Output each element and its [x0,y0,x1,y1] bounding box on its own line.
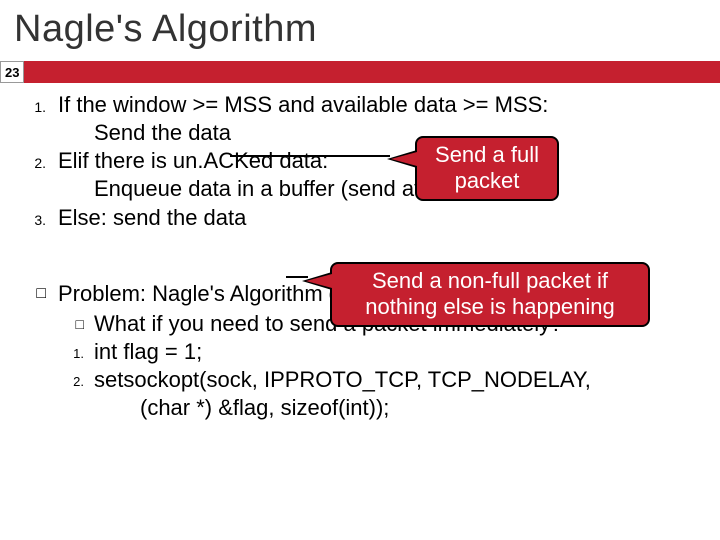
code-number: 2. [58,366,94,394]
callout-box: Send a full packet [415,136,559,201]
slide-number: 23 [0,61,24,83]
square-bullet-icon: □ [58,310,94,338]
callout-box: Send a non-full packet if nothing else i… [330,262,650,327]
code-number: 1. [58,338,94,366]
code-text: int flag = 1; [94,338,700,366]
callout-connector [286,276,308,278]
code-line: 2. setsockopt(sock, IPPROTO_TCP, TCP_NOD… [20,366,700,394]
callout-text: Send a full [435,142,539,167]
square-bullet-icon: □ [20,280,58,308]
list-text: Elif there is un.ACKed data: [58,147,700,175]
list-text: Else: send the data [58,204,700,232]
list-item: 1. If the window >= MSS and available da… [20,91,700,119]
list-text: If the window >= MSS and available data … [58,91,700,119]
accent-bar-fill [24,61,720,83]
code-text: setsockopt(sock, IPPROTO_TCP, TCP_NODELA… [94,366,700,394]
callout-text: Send a non-full packet if [372,268,608,293]
list-number: 2. [20,147,58,175]
list-number: 3. [20,204,58,232]
sub-text: Send the data [20,119,700,147]
callout-text: packet [455,168,520,193]
accent-bar: 23 [0,61,720,83]
sub-text: Enqueue data in a buffer (send after a t… [20,175,700,203]
list-item: 2. Elif there is un.ACKed data: [20,147,700,175]
list-item: 3. Else: send the data [20,204,700,232]
slide-body: 1. If the window >= MSS and available da… [0,83,720,423]
code-line-cont: (char *) &flag, sizeof(int)); [20,394,700,422]
slide-title: Nagle's Algorithm [0,0,720,61]
code-line: 1. int flag = 1; [20,338,700,366]
callout-connector [230,155,390,157]
callout-text: nothing else is happening [365,294,615,319]
list-number: 1. [20,91,58,119]
